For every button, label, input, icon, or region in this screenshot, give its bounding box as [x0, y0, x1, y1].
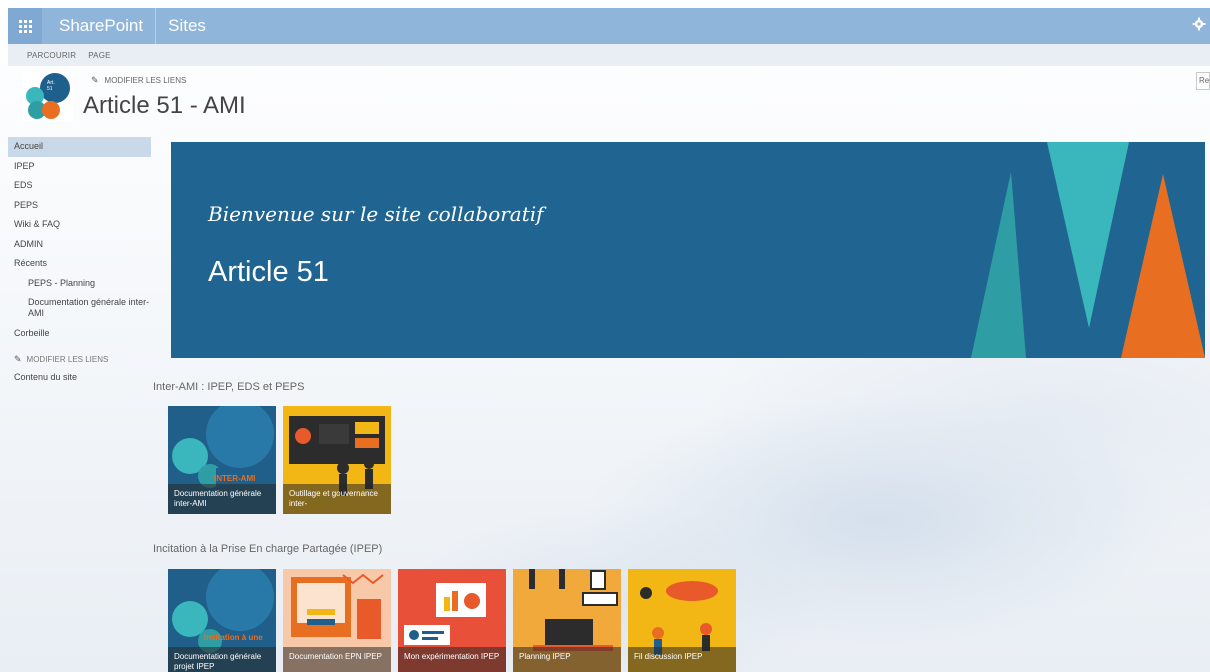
promoted-link-tile[interactable]: INTER-AMI Documentation générale inter-A…	[168, 406, 276, 514]
promoted-link-tile[interactable]: Planning IPEP	[513, 569, 621, 672]
nav-item-accueil[interactable]: Accueil	[8, 137, 151, 157]
welcome-banner: Bienvenue sur le site collaboratif Artic…	[171, 142, 1205, 358]
nav-item-eds[interactable]: EDS	[8, 176, 151, 196]
nav-item-wiki-faq[interactable]: Wiki & FAQ	[8, 215, 151, 235]
nav-item-recents: Récents	[14, 258, 48, 268]
edit-links-header[interactable]: ✎ MODIFIER LES LIENS	[91, 75, 186, 86]
svg-text:51: 51	[47, 86, 53, 92]
tile-caption: Outillage et gouvernance inter-	[283, 484, 391, 514]
tile-caption: Fil discussion IPEP	[628, 647, 736, 672]
edit-links-nav-label: MODIFIER LES LIENS	[26, 355, 109, 364]
nav-item-peps[interactable]: PEPS	[8, 196, 151, 216]
edit-links-label: MODIFIER LES LIENS	[104, 76, 187, 85]
nav-item-peps-planning[interactable]: PEPS - Planning	[8, 274, 151, 294]
promoted-link-tile[interactable]: Fil discussion IPEP	[628, 569, 736, 672]
tile-overlay-text: INTER-AMI	[214, 474, 256, 483]
promoted-link-tile[interactable]: Incitation à une Documentation générale …	[168, 569, 276, 672]
banner-title: Article 51	[208, 256, 329, 288]
tile-caption: Documentation EPN IPEP	[283, 647, 391, 672]
sites-link[interactable]: Sites	[156, 8, 218, 44]
tile-caption: Planning IPEP	[513, 647, 621, 672]
nav-item-doc-inter-ami[interactable]: Documentation générale inter-AMI	[8, 293, 151, 324]
ribbon-tabs: PARCOURIR PAGE	[8, 44, 1210, 66]
nav-item-site-contents[interactable]: Contenu du site	[8, 368, 151, 388]
site-title[interactable]: Article 51 - AMI	[83, 92, 246, 120]
promoted-link-tile[interactable]: Mon expérimentation IPEP	[398, 569, 506, 672]
quick-launch-nav: Accueil IPEP EDS PEPS Wiki & FAQ ADMIN R…	[8, 137, 151, 387]
banner-subtitle: Bienvenue sur le site collaboratif	[208, 202, 544, 226]
banner-graphic	[971, 142, 1205, 358]
search-input[interactable]: Rec	[1196, 72, 1210, 90]
pencil-icon: ✎	[91, 75, 99, 85]
tile-caption: Mon expérimentation IPEP	[398, 647, 506, 672]
tab-page[interactable]: PAGE	[88, 51, 110, 60]
promoted-link-tile[interactable]: Documentation EPN IPEP	[283, 569, 391, 672]
nav-item-ipep[interactable]: IPEP	[8, 157, 151, 177]
pencil-icon: ✎	[14, 354, 22, 364]
sharepoint-page: SharePoint Sites PARCOURIR PAGE Art. 51 …	[8, 8, 1210, 672]
app-launcher-icon[interactable]	[8, 8, 42, 44]
nav-item-corbeille[interactable]: Corbeille	[8, 324, 151, 344]
tile-overlay-text: Incitation à une	[204, 633, 263, 642]
tile-caption: Documentation générale inter-AMI	[168, 484, 276, 514]
edit-links-nav[interactable]: ✎ MODIFIER LES LIENS	[8, 352, 151, 368]
gear-icon[interactable]	[1190, 17, 1208, 35]
tab-browse[interactable]: PARCOURIR	[27, 51, 76, 60]
site-logo[interactable]: Art. 51	[23, 72, 73, 122]
promoted-link-tile[interactable]: Outillage et gouvernance inter-	[283, 406, 391, 514]
nav-item-admin[interactable]: ADMIN	[8, 235, 151, 255]
section-title-ipep: Incitation à la Prise En charge Partagée…	[153, 543, 383, 555]
suite-bar: SharePoint Sites	[8, 8, 1210, 44]
sharepoint-brand[interactable]: SharePoint	[42, 8, 155, 44]
tile-caption: Documentation générale projet IPEP	[168, 647, 276, 672]
section-title-inter-ami: Inter-AMI : IPEP, EDS et PEPS	[153, 381, 305, 393]
